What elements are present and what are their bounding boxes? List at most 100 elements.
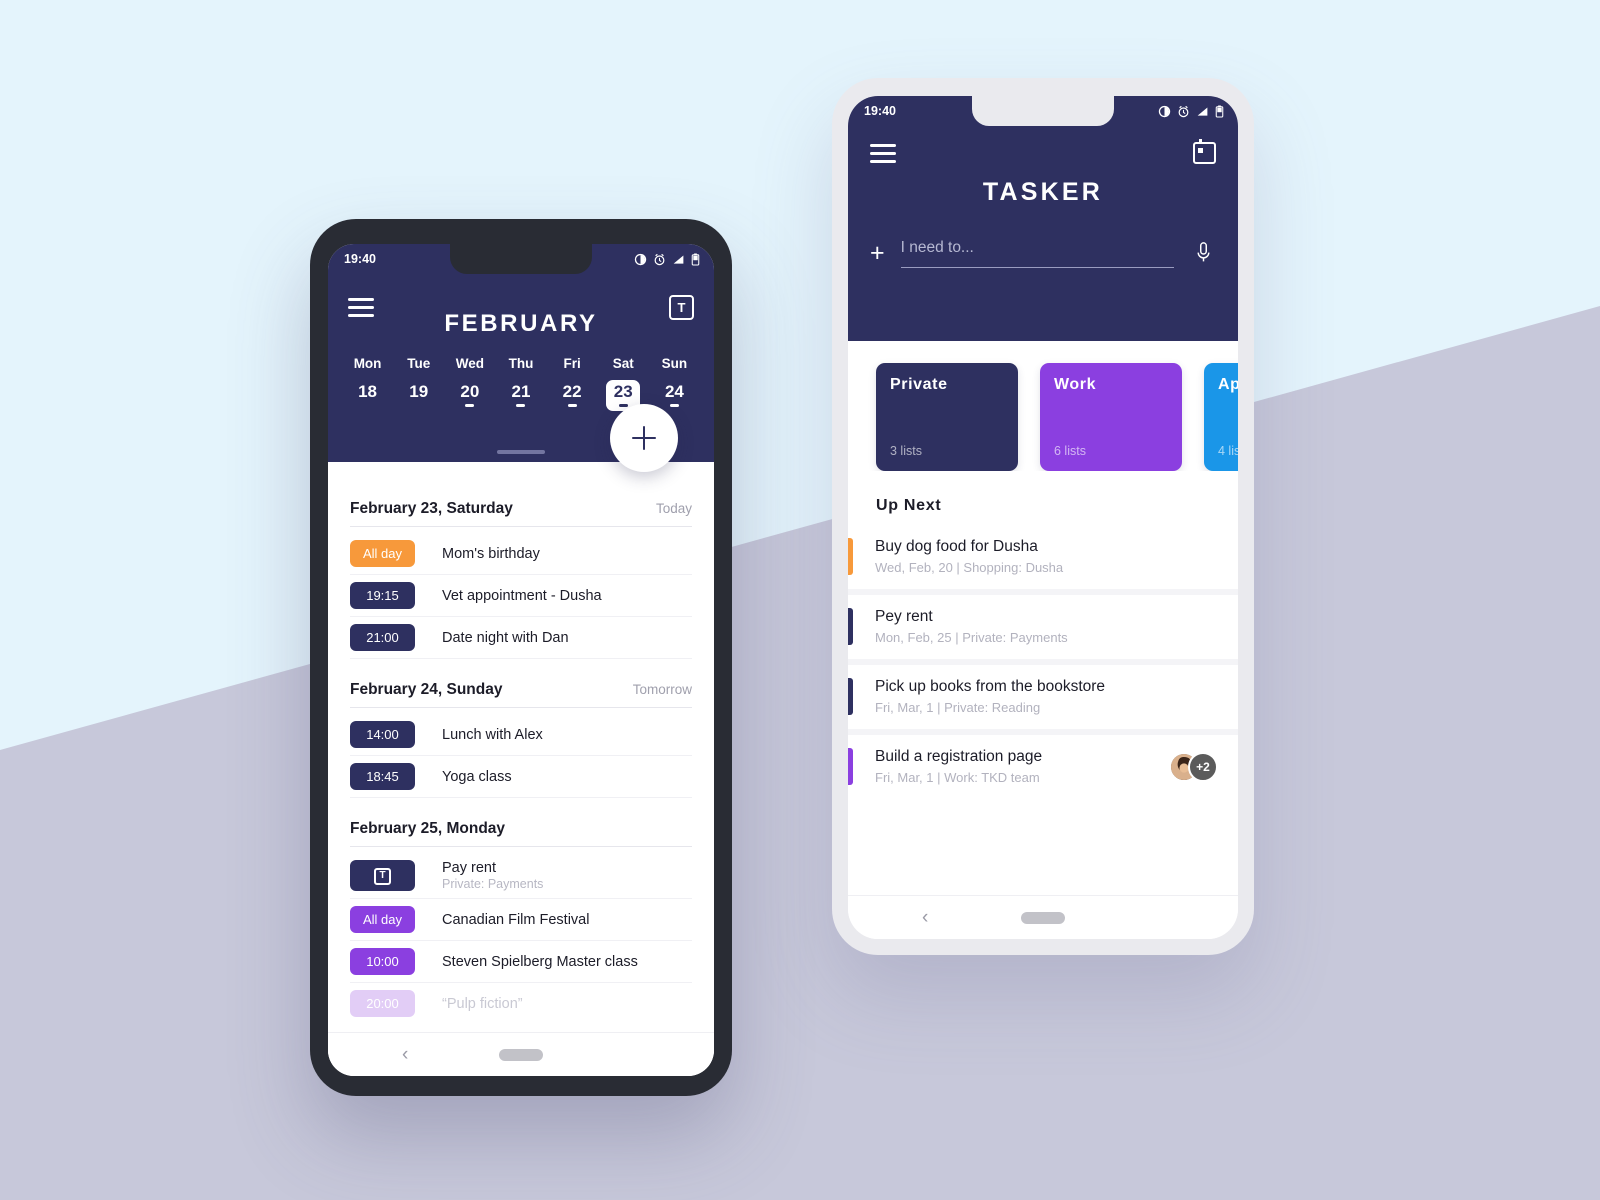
week-day-mon[interactable]: Mon 18	[342, 356, 393, 411]
task-color-bar	[848, 608, 853, 645]
up-next-task-list[interactable]: Buy dog food for Dusha Wed, Feb, 20 | Sh…	[848, 525, 1238, 799]
week-strip: Mon 18 Tue 19 Wed 20 Thu 21 Fri 22 Sat 2…	[328, 338, 714, 411]
back-chevron-icon[interactable]: ‹	[402, 1045, 408, 1064]
task-row[interactable]: Build a registration page Fri, Mar, 1 | …	[848, 735, 1238, 799]
month-title: FEBRUARY	[444, 310, 598, 337]
task-title: Buy dog food for Dusha	[875, 538, 1038, 555]
phone-notch	[450, 244, 592, 274]
category-count: 3 lists	[890, 444, 922, 458]
agenda-event-row-partial[interactable]: 20:00 “Pulp fiction”	[350, 983, 692, 1024]
agenda-event-row[interactable]: 19:15 Vet appointment - Dusha	[350, 575, 692, 617]
task-color-bar	[848, 748, 853, 785]
day-name: Sat	[612, 356, 634, 371]
agenda-event-row[interactable]: 21:00 Date night with Dan	[350, 617, 692, 659]
event-time-chip: All day	[350, 906, 415, 933]
status-icon-group	[1158, 104, 1224, 118]
hamburger-icon[interactable]	[348, 297, 374, 317]
agenda-event-row[interactable]: 10:00 Steven Spielberg Master class	[350, 941, 692, 983]
agenda-list[interactable]: February 23, Saturday Today All day Mom'…	[328, 462, 714, 1076]
task-row[interactable]: Pey rent Mon, Feb, 25 | Private: Payment…	[848, 595, 1238, 659]
calendar-screen: 19:40 T FEBRUARY Mon 18 Tue 19 Wed 20 Th…	[328, 244, 714, 1076]
agenda-event-row[interactable]: 14:00 Lunch with Alex	[350, 714, 692, 756]
task-color-bar	[848, 678, 853, 715]
status-icon-group	[634, 252, 700, 266]
alarm-icon	[1178, 105, 1189, 117]
status-time: 19:40	[344, 252, 376, 266]
assignee-avatars[interactable]: +2	[1169, 751, 1218, 782]
event-time-chip: 18:45	[350, 763, 415, 790]
hamburger-icon[interactable]	[870, 143, 896, 163]
day-name: Wed	[455, 356, 484, 371]
tasker-screen: 19:40 TASKER + I need to... Private 3 li…	[848, 96, 1238, 939]
event-text: Lunch with Alex	[442, 727, 543, 743]
app-title: TASKER	[982, 178, 1104, 206]
day-number: 22	[562, 382, 582, 401]
event-time-chip: 19:15	[350, 582, 415, 609]
event-time-chip: 21:00	[350, 624, 415, 651]
add-event-fab[interactable]	[610, 404, 678, 472]
event-title: Lunch with Alex	[442, 726, 543, 743]
day-number-wrap: 21	[504, 380, 538, 411]
agenda-day-header: February 25, Monday	[350, 820, 692, 847]
task-row[interactable]: Buy dog food for Dusha Wed, Feb, 20 | Sh…	[848, 525, 1238, 589]
calendar-icon[interactable]	[1193, 139, 1216, 164]
event-text: Mom's birthday	[442, 546, 540, 562]
event-text: “Pulp fiction”	[442, 996, 523, 1012]
plus-icon[interactable]: +	[870, 241, 885, 266]
task-text: Build a registration page Fri, Mar, 1 | …	[875, 748, 1169, 785]
task-meta: Fri, Mar, 1 | Work: TKD team	[875, 770, 1040, 785]
day-number-wrap: 24	[657, 380, 691, 411]
day-name: Sun	[661, 356, 688, 371]
background-diagonal-band	[0, 306, 1600, 1200]
agenda-event-row[interactable]: 18:45 Yoga class	[350, 756, 692, 798]
task-meta: Fri, Mar, 1 | Private: Reading	[875, 700, 1041, 715]
agenda-task-row[interactable]: T Pay rent Private: Payments	[350, 853, 692, 899]
event-text: Pay rent Private: Payments	[442, 860, 543, 891]
tasker-t-icon: T	[374, 867, 391, 885]
tasker-logo-letter: T	[677, 299, 686, 315]
home-pill[interactable]	[499, 1048, 543, 1061]
tasker-header: TASKER +	[848, 126, 1238, 341]
tasker-t-icon[interactable]: T	[669, 294, 694, 320]
microphone-icon[interactable]	[1190, 241, 1216, 266]
home-pill[interactable]	[1021, 911, 1065, 924]
agenda-event-row[interactable]: All day Canadian Film Festival	[350, 899, 692, 941]
task-meta: Mon, Feb, 25 | Private: Payments	[875, 630, 1068, 645]
agenda-event-row[interactable]: All day Mom's birthday	[350, 533, 692, 575]
avatar-overflow-badge[interactable]: +2	[1188, 751, 1218, 782]
brightness-icon	[1158, 105, 1171, 117]
day-number: 18	[358, 382, 378, 401]
agenda-date-label: February 23, Saturday	[350, 500, 513, 517]
category-cards-row[interactable]: Private 3 lists Work 6 lists Apartment 4…	[848, 341, 1238, 471]
new-task-input[interactable]	[900, 239, 1174, 268]
event-title: Pay rent	[442, 860, 496, 876]
task-color-bar	[848, 538, 853, 575]
task-row[interactable]: Pick up books from the bookstore Fri, Ma…	[848, 665, 1238, 729]
week-day-thu[interactable]: Thu 21	[495, 356, 546, 411]
agenda-date-label: February 25, Monday	[350, 820, 506, 837]
day-name: Tue	[407, 356, 431, 371]
sheet-drag-handle[interactable]	[497, 450, 545, 454]
back-chevron-icon[interactable]: ‹	[922, 908, 928, 927]
agenda-day-header: February 24, Sunday Tomorrow	[350, 681, 692, 708]
screenshot-canvas: 19:40 T FEBRUARY Mon 18 Tue 19 Wed 20 Th…	[0, 0, 1600, 1200]
week-day-sat-selected[interactable]: Sat 23	[598, 356, 649, 411]
signal-icon	[673, 254, 684, 264]
day-event-dot	[669, 404, 679, 407]
week-day-fri[interactable]: Fri 22	[547, 356, 598, 411]
tasker-android-nav-bar: ‹	[848, 895, 1238, 939]
calendar-phone-device: 19:40 T FEBRUARY Mon 18 Tue 19 Wed 20 Th…	[310, 219, 732, 1096]
category-card-work[interactable]: Work 6 lists	[1040, 363, 1182, 471]
category-card-private[interactable]: Private 3 lists	[876, 363, 1018, 471]
week-day-sun[interactable]: Sun 24	[649, 356, 700, 411]
task-text: Pick up books from the bookstore Fri, Ma…	[875, 678, 1218, 715]
day-number: 20	[460, 382, 480, 401]
category-card-apartment[interactable]: Apartment 4 lists	[1204, 363, 1238, 471]
day-number: 24	[664, 382, 684, 401]
week-day-tue[interactable]: Tue 19	[393, 356, 444, 411]
day-name: Thu	[508, 356, 534, 371]
up-next-heading: Up Next	[876, 497, 942, 514]
day-event-dot	[618, 404, 628, 407]
week-day-wed[interactable]: Wed 20	[444, 356, 495, 411]
task-text: Pey rent Mon, Feb, 25 | Private: Payment…	[875, 608, 1218, 645]
